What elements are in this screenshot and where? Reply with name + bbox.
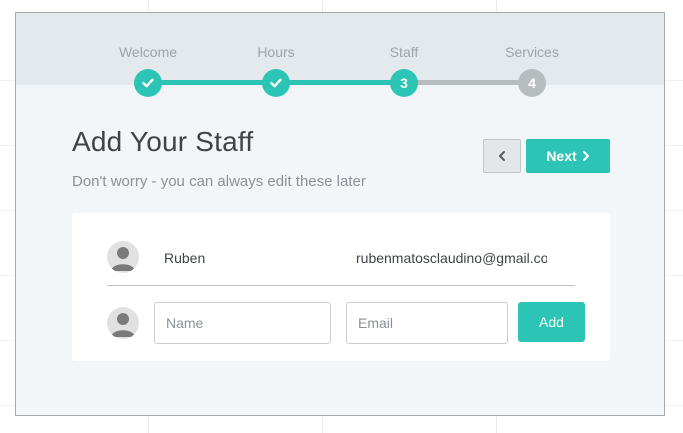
add-button-label: Add <box>539 314 564 330</box>
chevron-left-icon <box>499 151 505 161</box>
staff-card: Ruben rubenmatosclaudino@gmail.com Add <box>72 213 610 361</box>
staff-name: Ruben <box>164 250 206 266</box>
email-input[interactable] <box>346 302 508 344</box>
user-icon <box>111 313 135 337</box>
stepper-line-pending <box>404 80 532 85</box>
step-label-welcome: Welcome <box>118 44 178 60</box>
add-staff-button[interactable]: Add <box>518 302 585 342</box>
step-hours[interactable] <box>262 69 290 97</box>
name-input[interactable] <box>154 302 331 344</box>
next-button[interactable]: Next <box>526 139 610 173</box>
avatar <box>107 241 139 273</box>
page-title: Add Your Staff <box>72 126 254 157</box>
divider <box>107 285 575 286</box>
user-icon <box>111 247 135 271</box>
next-button-label: Next <box>546 148 577 164</box>
chevron-right-icon <box>582 151 589 161</box>
step-label-staff: Staff <box>389 44 419 60</box>
page-subtitle: Don't worry - you can always edit these … <box>72 173 366 190</box>
step-label-services: Services <box>505 44 559 60</box>
staff-email: rubenmatosclaudino@gmail.com <box>356 250 547 266</box>
new-staff-avatar <box>107 307 139 339</box>
step-number: 3 <box>400 75 408 91</box>
onboarding-modal: Welcome Hours Staff Services 3 4 Add You… <box>15 12 665 416</box>
check-icon <box>142 78 154 88</box>
step-services[interactable]: 4 <box>518 69 546 97</box>
step-welcome[interactable] <box>134 69 162 97</box>
stepper: Welcome Hours Staff Services 3 4 <box>16 13 664 97</box>
previous-button[interactable] <box>483 139 521 173</box>
step-label-hours: Hours <box>257 44 295 60</box>
step-number: 4 <box>528 75 536 91</box>
check-icon <box>270 78 282 88</box>
step-staff[interactable]: 3 <box>390 69 418 97</box>
